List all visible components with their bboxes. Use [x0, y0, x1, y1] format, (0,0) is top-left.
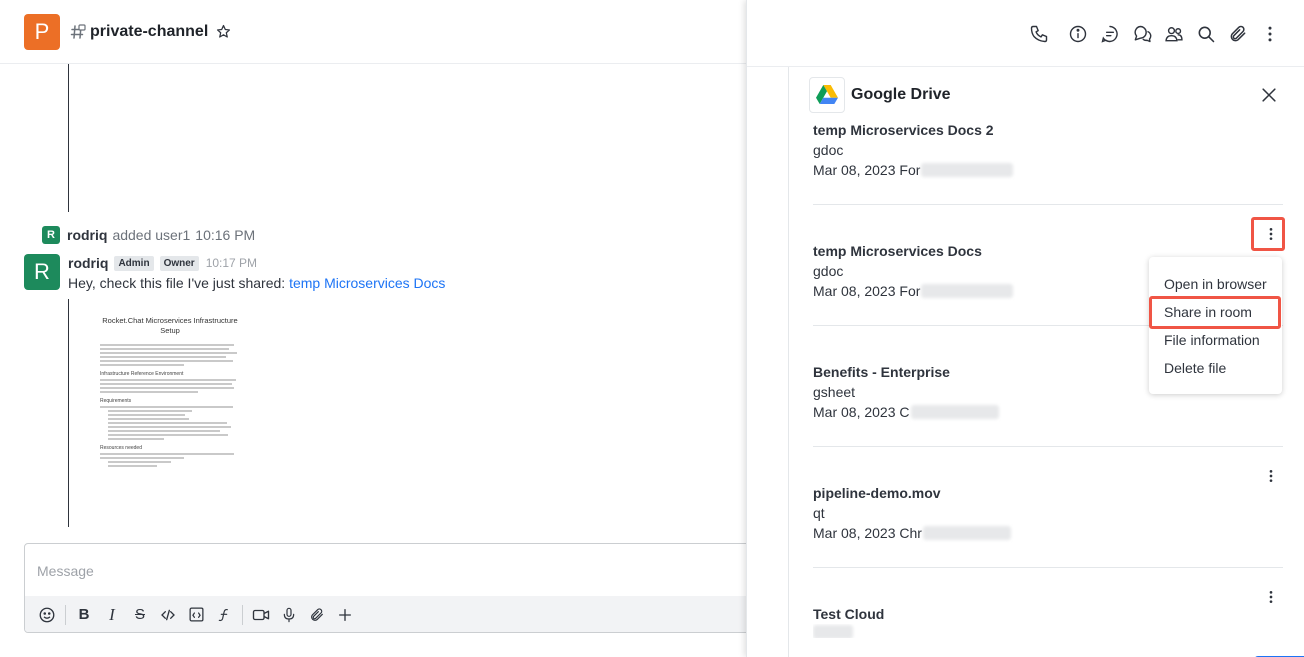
file-name: Test Cloud [813, 606, 885, 622]
file-type: qt [813, 505, 825, 521]
phone-icon[interactable] [1029, 24, 1049, 44]
avatar[interactable]: R [42, 226, 60, 244]
avatar[interactable]: R [24, 254, 60, 290]
menu-delete-file[interactable]: Delete file [1149, 354, 1282, 382]
message-input[interactable]: Message [37, 563, 94, 579]
room-avatar[interactable]: P [24, 13, 60, 50]
message-list[interactable]: R rodriq added user1 10:16 PM R rodriq A… [0, 64, 746, 542]
file-name: temp Microservices Docs 2 [813, 122, 994, 138]
file-item: temp Microservices Docs 2 gdoc Mar 08, 2… [813, 120, 1283, 180]
redacted-type [813, 625, 853, 638]
room-name[interactable]: private-channel [90, 23, 208, 41]
file-kebab-icon[interactable] [1257, 462, 1285, 490]
file-meta: Mar 08, 2023 For [813, 160, 1283, 180]
close-icon[interactable] [1259, 85, 1279, 105]
app-title: Google Drive [851, 86, 951, 103]
system-message: R rodriq added user1 10:16 PM [42, 226, 255, 244]
file-kebab-icon[interactable] [1257, 583, 1285, 611]
highlight-kebab [1251, 217, 1285, 251]
preview-border [68, 64, 69, 212]
search-icon[interactable] [1196, 24, 1216, 44]
preview-section: Infrastructure Reference Environment [100, 371, 184, 377]
video-message-icon[interactable] [247, 601, 275, 629]
strikethrough-icon[interactable]: S [126, 601, 154, 629]
files-clip-icon[interactable] [1228, 24, 1248, 44]
redacted-owner [922, 526, 1011, 540]
threads-icon[interactable] [1100, 24, 1120, 44]
message-user[interactable]: rodriq [68, 255, 108, 271]
file-meta: Mar 08, 2023 C [813, 402, 1283, 422]
redacted-owner [921, 284, 1014, 298]
file-type [813, 624, 1283, 638]
redacted-owner [921, 163, 1014, 177]
kebab-menu-icon[interactable] [1260, 24, 1280, 44]
preview-title: Rocket.Chat Microservices Infrastructure… [102, 316, 238, 335]
system-message-user[interactable]: rodriq [67, 227, 107, 243]
document-preview[interactable]: Rocket.Chat Microservices Infrastructure… [100, 316, 240, 516]
room-header: P private-channel [0, 0, 746, 64]
attach-icon[interactable] [303, 601, 331, 629]
composer-toolbar: B I S [25, 596, 763, 632]
file-item: Test Cloud [813, 591, 1283, 638]
file-name: pipeline-demo.mov [813, 485, 941, 501]
file-link[interactable]: temp Microservices Docs [289, 275, 445, 291]
code-icon[interactable] [154, 601, 182, 629]
google-drive-logo [809, 77, 845, 113]
app-header: Google Drive [789, 67, 1304, 123]
role-badge-owner: Owner [159, 255, 199, 271]
info-icon[interactable] [1068, 24, 1088, 44]
private-channel-icon [70, 23, 86, 40]
system-message-text: added user1 [112, 227, 191, 243]
divider [813, 204, 1283, 205]
attachment-border [68, 299, 69, 527]
favorite-star-icon[interactable] [216, 24, 231, 39]
formula-icon[interactable] [210, 601, 238, 629]
discussion-icon[interactable] [1132, 24, 1152, 44]
code-block-icon[interactable] [182, 601, 210, 629]
preview-section: Requirements [100, 398, 132, 404]
file-meta: Mar 08, 2023 Chr [813, 523, 1283, 543]
file-type: gdoc [813, 142, 844, 158]
plus-icon[interactable] [331, 601, 359, 629]
redacted-owner [910, 405, 999, 419]
divider [813, 567, 1283, 568]
highlight-share-in-room [1149, 296, 1281, 329]
menu-open-in-browser[interactable]: Open in browser [1149, 270, 1282, 298]
members-icon[interactable] [1164, 24, 1184, 44]
message-time: 10:17 PM [205, 256, 258, 270]
system-message-time: 10:16 PM [195, 227, 256, 243]
divider [813, 446, 1283, 447]
menu-file-information[interactable]: File information [1149, 326, 1282, 354]
emoji-icon[interactable] [33, 601, 61, 629]
message-composer[interactable]: Message B I S [24, 543, 764, 633]
message-text: Hey, check this file I've just shared: t… [68, 275, 446, 291]
microphone-icon[interactable] [275, 601, 303, 629]
file-item: pipeline-demo.mov qt Mar 08, 2023 Chr [813, 470, 1283, 543]
italic-icon[interactable]: I [98, 601, 126, 629]
room-toolbar [747, 0, 1304, 67]
bold-icon[interactable]: B [70, 601, 98, 629]
role-badge-admin: Admin [114, 255, 154, 271]
preview-section: Resources needed [100, 445, 142, 451]
